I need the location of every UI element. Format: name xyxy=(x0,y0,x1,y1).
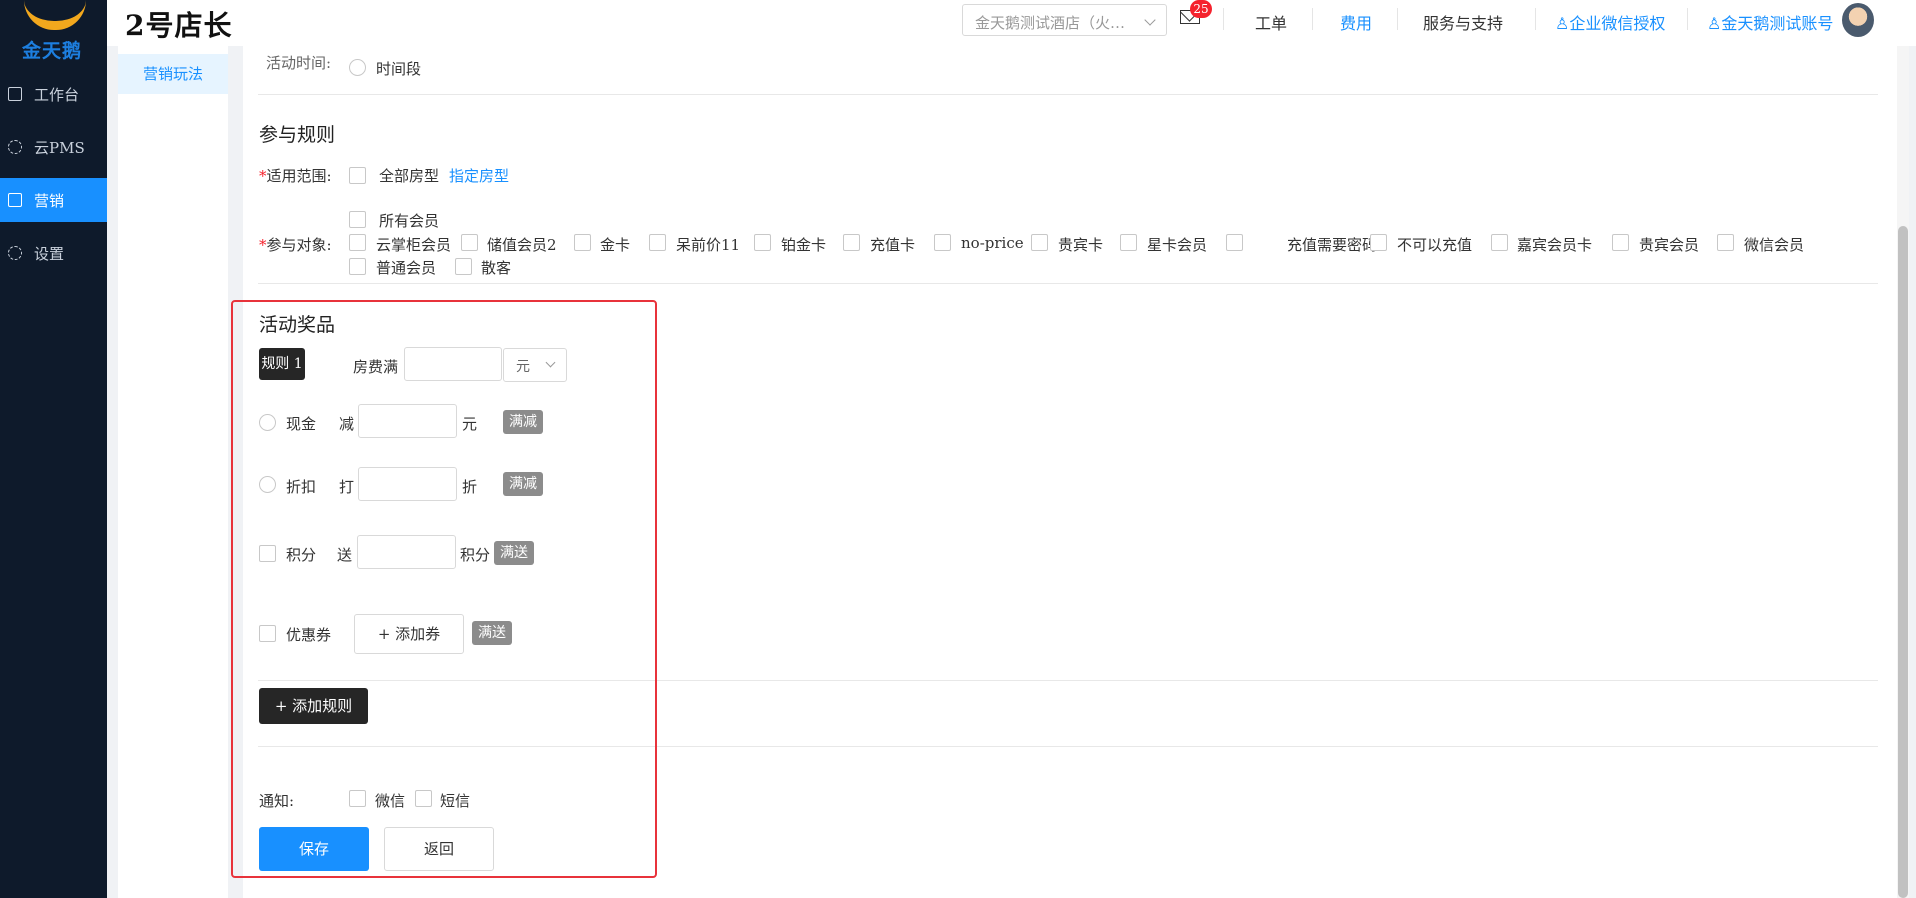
target-checkbox[interactable] xyxy=(1491,234,1508,251)
target-label: 充值卡 xyxy=(870,236,916,254)
scope-label-text: 适用范围: xyxy=(266,167,332,185)
submenu-item-marketing-play[interactable]: 营销玩法 xyxy=(118,54,228,94)
submenu: 营销玩法 xyxy=(118,46,228,898)
target-checkbox[interactable] xyxy=(1120,234,1137,251)
target-label: 微信会员 xyxy=(1744,236,1805,254)
sidebar-item-label: 云PMS xyxy=(34,138,85,157)
target-checkbox[interactable] xyxy=(574,234,591,251)
all-room-types-checkbox[interactable] xyxy=(349,167,366,184)
target-checkbox[interactable] xyxy=(461,234,478,251)
targets-label: *参与对象: xyxy=(259,234,332,255)
target-label: no-price xyxy=(961,234,1024,252)
target-label: 呆前价11 xyxy=(676,236,741,254)
target-label: 储值会员2 xyxy=(487,236,557,254)
top-bar: 2号店长 金天鹅测试酒店（火… 25 工单 费用 服务与支持 ♙企业微信授权 ♙… xyxy=(107,0,1916,46)
scan-icon xyxy=(8,193,22,207)
targets-label-text: 参与对象: xyxy=(266,236,332,254)
gear-icon xyxy=(8,140,22,154)
target-label: 星卡会员 xyxy=(1147,236,1208,254)
divider xyxy=(1223,8,1224,30)
time-range-radio[interactable] xyxy=(349,59,366,76)
user-icon: ♙ xyxy=(1555,14,1570,33)
sidebar-item-workbench[interactable]: 工作台 xyxy=(0,72,107,116)
target-label: 贵宾卡 xyxy=(1058,236,1104,254)
specific-room-types-link[interactable]: 指定房型 xyxy=(449,165,509,186)
target-label: 贵宾会员 xyxy=(1639,236,1700,254)
target-label: 不可以充值 xyxy=(1397,236,1473,254)
sidebar-item-label: 设置 xyxy=(34,244,65,263)
notification-badge: 25 xyxy=(1190,0,1212,18)
wechat-auth-label: 企业微信授权 xyxy=(1569,14,1666,33)
target-checkbox[interactable] xyxy=(1370,234,1387,251)
fees-link[interactable]: 费用 xyxy=(1340,10,1372,34)
target-checkbox[interactable] xyxy=(934,234,951,251)
target-checkbox[interactable] xyxy=(1226,234,1243,251)
logo-swoosh-icon xyxy=(24,0,86,30)
user-icon: ♙ xyxy=(1707,14,1722,33)
sidebar-item-label: 营销 xyxy=(34,191,65,210)
chevron-down-icon xyxy=(1144,14,1156,26)
sidebar-item-cloud-pms[interactable]: 云PMS xyxy=(0,125,107,169)
logo-text: 金天鹅 xyxy=(22,40,83,62)
required-mark: * xyxy=(259,236,267,254)
target-checkbox[interactable] xyxy=(843,234,860,251)
sidebar-item-marketing[interactable]: 营销 xyxy=(0,178,107,222)
target-checkbox[interactable] xyxy=(455,258,472,275)
required-mark: * xyxy=(259,167,267,185)
account-link[interactable]: ♙金天鹅测试账号 xyxy=(1707,10,1833,34)
scope-label: *适用范围: xyxy=(259,165,332,186)
target-label: 云掌柜会员 xyxy=(376,236,452,254)
target-checkbox[interactable] xyxy=(1612,234,1629,251)
all-members-checkbox[interactable] xyxy=(349,211,366,228)
target-checkbox[interactable] xyxy=(1717,234,1734,251)
sidebar: 金天鹅 工作台 云PMS 营销 设置 xyxy=(0,0,107,898)
all-room-types-label: 全部房型 xyxy=(379,167,440,185)
time-range-label: 时间段 xyxy=(376,60,422,78)
divider xyxy=(1312,8,1313,30)
activity-time-label: 活动时间: xyxy=(266,54,332,72)
logo: 金天鹅 xyxy=(20,0,90,62)
highlight-box xyxy=(231,300,657,878)
target-checkbox[interactable] xyxy=(349,258,366,275)
scrollbar[interactable] xyxy=(1897,46,1909,898)
divider xyxy=(1397,8,1398,30)
target-label: 普通会员 xyxy=(376,259,437,277)
scan-icon xyxy=(8,87,22,101)
account-label: 金天鹅测试账号 xyxy=(1721,14,1834,33)
support-link[interactable]: 服务与支持 xyxy=(1423,10,1503,34)
wechat-auth-link[interactable]: ♙企业微信授权 xyxy=(1555,10,1665,34)
hotel-select[interactable]: 金天鹅测试酒店（火… xyxy=(962,4,1167,36)
avatar[interactable] xyxy=(1842,3,1874,37)
hotel-select-value: 金天鹅测试酒店（火… xyxy=(975,14,1126,32)
rules-section-title: 参与规则 xyxy=(259,124,336,146)
divider xyxy=(1687,8,1688,30)
divider xyxy=(1535,8,1536,30)
ticket-link[interactable]: 工单 xyxy=(1255,10,1287,34)
brand-title: 2号店长 xyxy=(125,9,233,42)
sidebar-item-settings[interactable]: 设置 xyxy=(0,231,107,275)
target-label: 嘉宾会员卡 xyxy=(1517,236,1593,254)
target-label: 散客 xyxy=(481,259,512,277)
target-checkbox[interactable] xyxy=(1031,234,1048,251)
target-checkbox[interactable] xyxy=(754,234,771,251)
all-members-label: 所有会员 xyxy=(379,212,440,230)
gear-icon xyxy=(8,246,22,260)
target-checkbox[interactable] xyxy=(649,234,666,251)
divider xyxy=(258,283,1878,284)
target-label: 铂金卡 xyxy=(781,236,827,254)
sidebar-item-label: 工作台 xyxy=(34,85,80,104)
target-checkbox[interactable] xyxy=(349,234,366,251)
scrollbar-thumb[interactable] xyxy=(1898,226,1908,898)
target-label: 金卡 xyxy=(600,236,631,254)
divider xyxy=(258,94,1878,95)
